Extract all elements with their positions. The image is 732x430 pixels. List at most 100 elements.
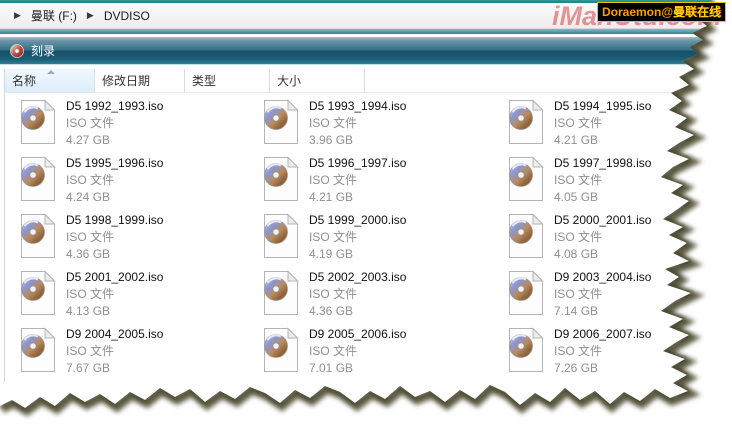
iso-file-icon <box>19 270 57 316</box>
file-list-panel: 名称 修改日期 类型 大小 D5 1992_1993.iso ISO 文件 4.… <box>4 69 732 382</box>
column-header-size[interactable]: 大小 <box>270 69 365 92</box>
file-type: ISO 文件 <box>309 229 406 246</box>
file-item[interactable]: D5 2000_2001.iso ISO 文件 4.08 GB <box>507 211 732 268</box>
explorer-window: ▶ 曼联 (F:) ▶ DVDISO 刻录 名称 修改日期 类型 <box>0 0 732 430</box>
file-item[interactable]: D5 1993_1994.iso ISO 文件 3.96 GB <box>262 97 507 154</box>
file-type: ISO 文件 <box>309 172 406 189</box>
burn-button[interactable]: 刻录 <box>31 42 55 59</box>
file-name: D9 2004_2005.iso <box>66 326 163 343</box>
column-header-label: 名称 <box>12 72 36 89</box>
file-item-text: D5 2002_2003.iso ISO 文件 4.36 GB <box>309 268 406 320</box>
file-item[interactable]: D5 1999_2000.iso ISO 文件 4.19 GB <box>262 211 507 268</box>
toolbar: 刻录 <box>0 37 732 65</box>
file-name: D5 1998_1999.iso <box>66 212 163 229</box>
file-size: 7.26 GB <box>554 360 651 377</box>
iso-file-icon <box>262 99 300 145</box>
file-size: 7.14 GB <box>554 303 651 320</box>
breadcrumb-item-drive[interactable]: 曼联 (F:) <box>28 5 80 26</box>
file-name: D5 1992_1993.iso <box>66 98 163 115</box>
file-name: D5 1995_1996.iso <box>66 155 163 172</box>
iso-file-icon <box>507 270 545 316</box>
column-headers: 名称 修改日期 类型 大小 <box>5 69 732 93</box>
file-item[interactable]: D5 1997_1998.iso ISO 文件 4.05 GB <box>507 154 732 211</box>
file-item[interactable]: D9 2006_2007.iso ISO 文件 7.26 GB <box>507 325 732 382</box>
file-type: ISO 文件 <box>554 172 651 189</box>
iso-file-icon <box>19 213 57 259</box>
breadcrumb-item-folder[interactable]: DVDISO <box>101 7 153 25</box>
file-size: 4.36 GB <box>309 303 406 320</box>
file-name: D9 2005_2006.iso <box>309 326 406 343</box>
file-size: 4.13 GB <box>66 303 163 320</box>
file-type: ISO 文件 <box>66 229 163 246</box>
column-header-name[interactable]: 名称 <box>5 69 95 92</box>
file-type: ISO 文件 <box>554 229 651 246</box>
file-size: 4.05 GB <box>554 189 651 206</box>
file-type: ISO 文件 <box>66 286 163 303</box>
iso-file-icon <box>262 213 300 259</box>
file-size: 7.67 GB <box>66 360 163 377</box>
watermark-badge: Doraemon@曼联在线 <box>597 2 726 22</box>
file-item-text: D5 1996_1997.iso ISO 文件 4.21 GB <box>309 154 406 206</box>
file-item-text: D5 1998_1999.iso ISO 文件 4.36 GB <box>66 211 163 263</box>
file-type: ISO 文件 <box>554 286 651 303</box>
sort-ascending-icon <box>47 70 55 74</box>
file-type: ISO 文件 <box>66 343 163 360</box>
file-size: 4.24 GB <box>66 189 163 206</box>
file-name: D5 1999_2000.iso <box>309 212 406 229</box>
file-name: D5 2000_2001.iso <box>554 212 651 229</box>
file-size: 4.21 GB <box>309 189 406 206</box>
file-name: D5 2001_2002.iso <box>66 269 163 286</box>
file-name: D5 1993_1994.iso <box>309 98 406 115</box>
file-type: ISO 文件 <box>309 286 406 303</box>
file-size: 7.01 GB <box>309 360 406 377</box>
watermark-badge-user: Doraemon@ <box>602 5 673 19</box>
file-item-text: D5 2000_2001.iso ISO 文件 4.08 GB <box>554 211 651 263</box>
file-item-text: D5 1997_1998.iso ISO 文件 4.05 GB <box>554 154 651 206</box>
file-item-text: D5 1995_1996.iso ISO 文件 4.24 GB <box>66 154 163 206</box>
file-item[interactable]: D5 2001_2002.iso ISO 文件 4.13 GB <box>19 268 262 325</box>
file-item[interactable]: D5 1998_1999.iso ISO 文件 4.36 GB <box>19 211 262 268</box>
file-item-text: D5 1993_1994.iso ISO 文件 3.96 GB <box>309 97 406 149</box>
watermark-badge-site: 曼联在线 <box>673 5 721 19</box>
file-item[interactable]: D9 2004_2005.iso ISO 文件 7.67 GB <box>19 325 262 382</box>
file-item[interactable]: D5 1995_1996.iso ISO 文件 4.24 GB <box>19 154 262 211</box>
file-type: ISO 文件 <box>66 115 163 132</box>
file-item-text: D9 2005_2006.iso ISO 文件 7.01 GB <box>309 325 406 377</box>
file-name: D5 1997_1998.iso <box>554 155 651 172</box>
file-item-text: D9 2003_2004.iso ISO 文件 7.14 GB <box>554 268 651 320</box>
file-name: D9 2003_2004.iso <box>554 269 651 286</box>
file-item-text: D5 1994_1995.iso ISO 文件 4.21 GB <box>554 97 651 149</box>
column-header-label: 类型 <box>192 72 216 89</box>
column-header-type[interactable]: 类型 <box>185 69 270 92</box>
file-name: D5 1994_1995.iso <box>554 98 651 115</box>
iso-file-icon <box>262 156 300 202</box>
burn-disc-icon <box>9 43 25 59</box>
file-name: D9 2006_2007.iso <box>554 326 651 343</box>
file-item-text: D5 1999_2000.iso ISO 文件 4.19 GB <box>309 211 406 263</box>
file-item[interactable]: D5 1996_1997.iso ISO 文件 4.21 GB <box>262 154 507 211</box>
file-size: 4.27 GB <box>66 132 163 149</box>
file-item[interactable]: D9 2005_2006.iso ISO 文件 7.01 GB <box>262 325 507 382</box>
iso-file-icon <box>19 156 57 202</box>
file-item[interactable]: D5 1994_1995.iso ISO 文件 4.21 GB <box>507 97 732 154</box>
file-item[interactable]: D5 2002_2003.iso ISO 文件 4.36 GB <box>262 268 507 325</box>
file-type: ISO 文件 <box>66 172 163 189</box>
file-size: 3.96 GB <box>309 132 406 149</box>
iso-file-icon <box>507 156 545 202</box>
file-item[interactable]: D5 1992_1993.iso ISO 文件 4.27 GB <box>19 97 262 154</box>
file-item-text: D5 2001_2002.iso ISO 文件 4.13 GB <box>66 268 163 320</box>
file-type: ISO 文件 <box>309 343 406 360</box>
file-grid: D5 1992_1993.iso ISO 文件 4.27 GB D5 1993_… <box>5 93 732 382</box>
file-item[interactable]: D9 2003_2004.iso ISO 文件 7.14 GB <box>507 268 732 325</box>
column-header-date-modified[interactable]: 修改日期 <box>95 69 185 92</box>
file-item-text: D9 2004_2005.iso ISO 文件 7.67 GB <box>66 325 163 377</box>
file-item-text: D9 2006_2007.iso ISO 文件 7.26 GB <box>554 325 651 377</box>
iso-file-icon <box>507 213 545 259</box>
file-type: ISO 文件 <box>309 115 406 132</box>
file-item-text: D5 1992_1993.iso ISO 文件 4.27 GB <box>66 97 163 149</box>
chevron-right-icon: ▶ <box>14 10 21 21</box>
iso-file-icon <box>507 327 545 373</box>
iso-file-icon <box>262 327 300 373</box>
chevron-right-icon: ▶ <box>87 10 94 21</box>
file-type: ISO 文件 <box>554 343 651 360</box>
